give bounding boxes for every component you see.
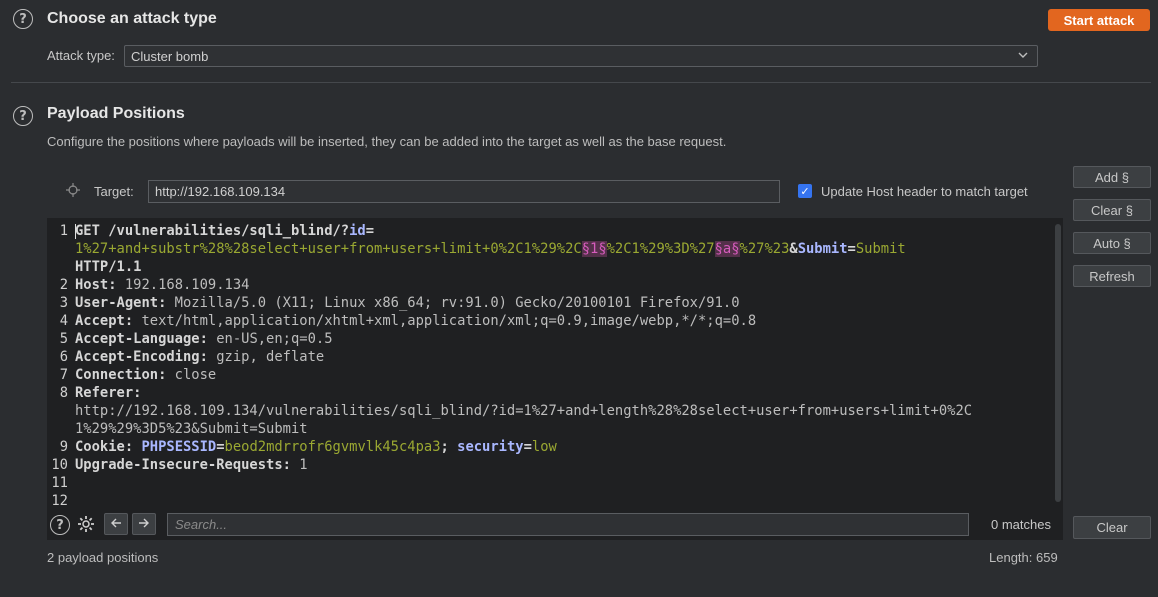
request-line: Accept-Encoding: gzip, deflate (75, 349, 325, 365)
line-number: 3 (59, 295, 68, 311)
request-line: 1%29%29%3D5%23&Submit=Submit (75, 421, 308, 437)
payload-marker: §a§ (714, 241, 740, 257)
line-number: 5 (59, 331, 68, 347)
request-line: Upgrade-Insecure-Requests: 1 (75, 457, 308, 473)
line-number: 9 (59, 439, 68, 455)
target-label: Target: (94, 184, 134, 199)
arrow-right-icon (138, 516, 150, 532)
update-host-checkbox[interactable]: ✓ (798, 184, 812, 198)
attack-type-select[interactable]: Cluster bomb (124, 45, 1038, 67)
clear-marker-button[interactable]: Clear § (1073, 199, 1151, 221)
add-marker-button[interactable]: Add § (1073, 166, 1151, 188)
chevron-down-icon (1017, 49, 1029, 64)
request-line: Accept: text/html,application/xhtml+xml,… (75, 313, 757, 329)
start-attack-button[interactable]: Start attack (1048, 9, 1150, 31)
payload-positions-description: Configure the positions where payloads w… (47, 134, 727, 149)
refresh-button[interactable]: Refresh (1073, 265, 1151, 287)
help-icon[interactable]: ? (50, 515, 70, 535)
request-text[interactable]: GET /vulnerabilities/sqli_blind/?id= 1%2… (75, 222, 1055, 474)
search-input[interactable]: Search... (167, 513, 969, 536)
line-number: 10 (51, 457, 68, 473)
request-line: HTTP/1.1 (75, 259, 142, 275)
attack-type-label: Attack type: (47, 48, 115, 63)
line-number: 7 (59, 367, 68, 383)
next-match-button[interactable] (132, 513, 156, 535)
request-line: 1%27+and+substr%28%28select+user+from+us… (75, 241, 906, 257)
payload-marker: §1§ (581, 241, 607, 257)
auto-marker-button[interactable]: Auto § (1073, 232, 1151, 254)
line-number-gutter: 1 . . 2 3 4 5 6 7 8 . . 9 10 11 12 (46, 222, 68, 510)
line-number: 8 (59, 385, 68, 401)
payload-count: 2 payload positions (47, 550, 159, 565)
attack-type-title: Choose an attack type (47, 10, 217, 27)
line-number: 4 (59, 313, 68, 329)
request-line: http://192.168.109.134/vulnerabilities/s… (75, 403, 973, 419)
request-line: Accept-Language: en-US,en;q=0.5 (75, 331, 333, 347)
request-line: Cookie: PHPSESSID=beod2mdrrofr6gvmvlk45c… (75, 439, 557, 455)
target-input[interactable]: http://192.168.109.134 (148, 180, 780, 203)
line-number: 12 (51, 493, 68, 509)
attack-type-value: Cluster bomb (131, 48, 209, 64)
request-line: User-Agent: Mozilla/5.0 (X11; Linux x86_… (75, 295, 740, 311)
gear-icon[interactable] (76, 514, 96, 537)
update-host-label: Update Host header to match target (821, 184, 1028, 199)
text-cursor (75, 224, 76, 239)
line-number: 6 (59, 349, 68, 365)
arrow-left-icon (110, 516, 122, 532)
previous-match-button[interactable] (104, 513, 128, 535)
section-divider (11, 82, 1151, 83)
line-number: 2 (59, 277, 68, 293)
request-line: Host: 192.168.109.134 (75, 277, 250, 293)
editor-scrollbar[interactable] (1055, 224, 1061, 502)
payload-positions-title: Payload Positions (47, 105, 185, 122)
crosshair-icon (66, 183, 80, 200)
help-icon[interactable]: ? (13, 9, 33, 29)
request-line: GET /vulnerabilities/sqli_blind/?id= (75, 223, 375, 239)
request-length: Length: 659 (989, 550, 1058, 565)
line-number: 1 (59, 223, 68, 239)
line-number: 11 (51, 475, 68, 491)
match-count: 0 matches (991, 517, 1051, 532)
clear-search-button[interactable]: Clear (1073, 516, 1151, 539)
request-line: Referer: (75, 385, 142, 401)
request-line: Connection: close (75, 367, 217, 383)
help-icon[interactable]: ? (13, 106, 33, 126)
